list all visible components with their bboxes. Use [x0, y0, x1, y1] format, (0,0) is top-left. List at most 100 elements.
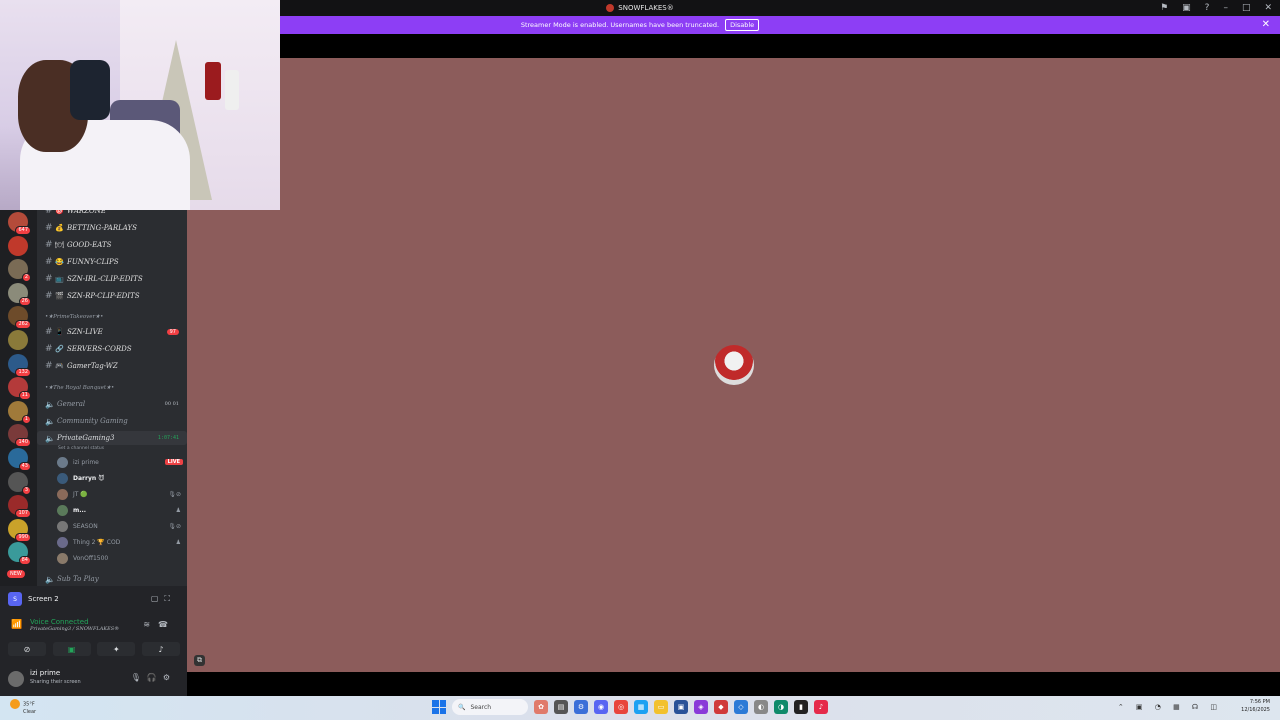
text-channel[interactable]: # 😂 FUNNY-CLIPS — [37, 255, 187, 269]
streamer-avatar — [714, 345, 754, 385]
disconnect-icon[interactable]: ☎ — [158, 620, 176, 629]
mention-badge: 11 — [18, 391, 31, 401]
minimize-button[interactable]: – — [1223, 3, 1228, 13]
voice-channel-sub[interactable]: 🔈 Sub To Play — [37, 572, 187, 586]
help-icon[interactable]: ? — [1205, 3, 1210, 13]
text-channel[interactable]: # 🔗 SERVERS-CORDS — [37, 342, 187, 356]
avatar — [57, 552, 68, 564]
popout-screen-icon[interactable]: ▢ — [151, 594, 165, 603]
disable-streamer-mode-button[interactable]: Disable — [725, 19, 760, 31]
edge-icon[interactable]: ◑ — [774, 700, 788, 714]
popout-icon[interactable]: ⧉ — [194, 655, 205, 666]
screen-share-row[interactable]: S Screen 2 ▢⛶ — [8, 592, 180, 606]
user-panel: S Screen 2 ▢⛶ 📶 Voice Connected PrivateG… — [0, 586, 187, 696]
category-header[interactable]: •★PrimeTakeover★• — [45, 314, 103, 320]
server-icon[interactable]: 140 — [8, 424, 31, 448]
voice-channel-active[interactable]: 🔈 PrivateGaming3 1:07:41 — [37, 431, 187, 445]
voice-member[interactable]: Darryn 😈 — [57, 471, 183, 485]
user-name[interactable]: izi prime — [30, 669, 60, 677]
server-icon[interactable] — [8, 235, 28, 256]
activities-button[interactable]: ✦ — [97, 642, 136, 656]
channel-status-link[interactable]: Set a channel status — [58, 446, 104, 451]
voice-channel-general[interactable]: 🔈 General 00 01 — [37, 397, 187, 411]
server-icon[interactable] — [8, 330, 28, 350]
steam-icon[interactable]: ◐ — [754, 700, 768, 714]
server-icon[interactable]: 11 — [8, 377, 31, 401]
channel-emoji: 📱 — [55, 328, 64, 336]
avatar[interactable] — [8, 671, 24, 687]
channel-emoji: 📺 — [55, 275, 64, 283]
widget-icon[interactable]: ✿ — [534, 700, 548, 714]
member-status-icon: ♟ — [175, 506, 181, 514]
settings-icon[interactable]: ⚙ — [574, 700, 588, 714]
file-explorer-icon[interactable]: ▤ — [554, 700, 568, 714]
voice-member[interactable]: SEASON 🎙⊘ — [57, 519, 183, 533]
voice-member[interactable]: m... ♟ — [57, 503, 183, 517]
start-button[interactable] — [432, 700, 446, 714]
voice-member[interactable]: izi prime LIVE — [57, 455, 183, 469]
voice-member[interactable]: VonOff1500 — [57, 551, 183, 565]
text-channel[interactable]: # 🎯 WARZONE — [37, 210, 187, 218]
server-icon[interactable]: 107 — [8, 495, 31, 519]
new-badge: NEW — [7, 570, 25, 578]
headphones-icon[interactable]: 🎧 — [147, 673, 163, 682]
server-icon[interactable]: 132 — [8, 353, 31, 377]
server-icon[interactable]: 2 — [8, 259, 31, 283]
store-icon[interactable]: ▦ — [634, 700, 648, 714]
avatar — [57, 472, 68, 484]
category-header[interactable]: •★The Royal Banquet★• — [45, 385, 114, 391]
taskbar-search[interactable]: 🔍 Search — [452, 699, 528, 715]
soundboard-button[interactable]: ♪ — [141, 642, 180, 656]
text-channel[interactable]: # 📺 SZN-IRL-CLIP-EDITS — [37, 272, 187, 286]
game-icon[interactable]: ◆ — [714, 700, 728, 714]
voice-member[interactable]: JT 🟢 🎙⊘ — [57, 487, 183, 501]
text-channel[interactable]: # 🎬 SZN-RP-CLIP-EDITS — [37, 289, 187, 303]
text-channel[interactable]: # 💰 BETTING-PARLAYS — [37, 221, 187, 235]
clock[interactable]: 7:56 PM 12/16/2025 — [1241, 698, 1270, 714]
member-name: Darryn 😈 — [73, 474, 105, 482]
server-icon[interactable]: 647 — [8, 212, 31, 235]
fullscreen-icon[interactable]: ⛶ — [164, 594, 176, 603]
monitor-icon[interactable]: ▣ — [1182, 3, 1191, 13]
chrome-icon[interactable]: ◎ — [614, 700, 628, 714]
tiktok-icon[interactable]: ♪ — [814, 700, 828, 714]
vscode-icon[interactable]: ◇ — [734, 700, 748, 714]
maximize-button[interactable]: □ — [1242, 3, 1251, 13]
server-icon[interactable]: 84 — [8, 542, 31, 566]
server-icon[interactable]: 990 — [8, 518, 31, 542]
close-banner-icon[interactable]: ✕ — [1262, 19, 1270, 30]
noise-suppression-icon[interactable]: ≋ — [143, 620, 158, 629]
text-channel[interactable]: # 🎮 GamerTag-WZ — [37, 359, 187, 373]
close-window-button[interactable]: ✕ — [1264, 3, 1272, 13]
member-name: izi prime — [73, 458, 99, 466]
mic-icon[interactable]: 🎙 — [131, 673, 147, 682]
terminal-icon[interactable]: ▮ — [794, 700, 808, 714]
camera-button[interactable]: ⊘ — [8, 642, 46, 656]
weather-widget[interactable]: 35°F Clear — [10, 699, 36, 716]
stream-stage[interactable] — [187, 58, 1280, 672]
voice-channel-name: General — [57, 400, 86, 408]
server-icon[interactable]: 43 — [8, 448, 31, 471]
settings-gear-icon[interactable]: ⚙ — [163, 673, 176, 682]
hash-icon: # — [45, 223, 53, 233]
discord-icon[interactable]: ◉ — [594, 700, 608, 714]
server-icon[interactable]: 262 — [8, 306, 31, 330]
obs-icon[interactable]: ◈ — [694, 700, 708, 714]
system-tray[interactable]: ⌃ ▣ ◔ ▦ ☊ ◫ — [1118, 703, 1222, 711]
folder-icon[interactable]: ▭ — [654, 700, 668, 714]
server-icon[interactable]: 26 — [8, 282, 31, 306]
inbox-icon[interactable]: ⚑ — [1160, 3, 1168, 13]
voice-buttons: ⊘ ▣ ✦ ♪ — [8, 642, 180, 656]
server-icon[interactable]: 1 — [8, 400, 31, 424]
hash-icon: # — [45, 274, 53, 284]
server-icon[interactable]: 3 — [8, 471, 31, 495]
channel-name: GamerTag-WZ — [67, 362, 118, 370]
app-icon[interactable]: ▣ — [674, 700, 688, 714]
mention-badge: 1 — [21, 414, 31, 424]
text-channel[interactable]: # 📱 SZN-LIVE 97 — [37, 325, 187, 339]
clock-date: 12/16/2025 — [1241, 707, 1270, 713]
voice-member[interactable]: Thing 2 🏆 COD ♟ — [57, 535, 183, 549]
screen-share-button[interactable]: ▣ — [52, 642, 91, 656]
voice-channel-community[interactable]: 🔈 Community Gaming — [37, 414, 187, 428]
text-channel[interactable]: # 🍽 GOOD-EATS — [37, 238, 187, 252]
